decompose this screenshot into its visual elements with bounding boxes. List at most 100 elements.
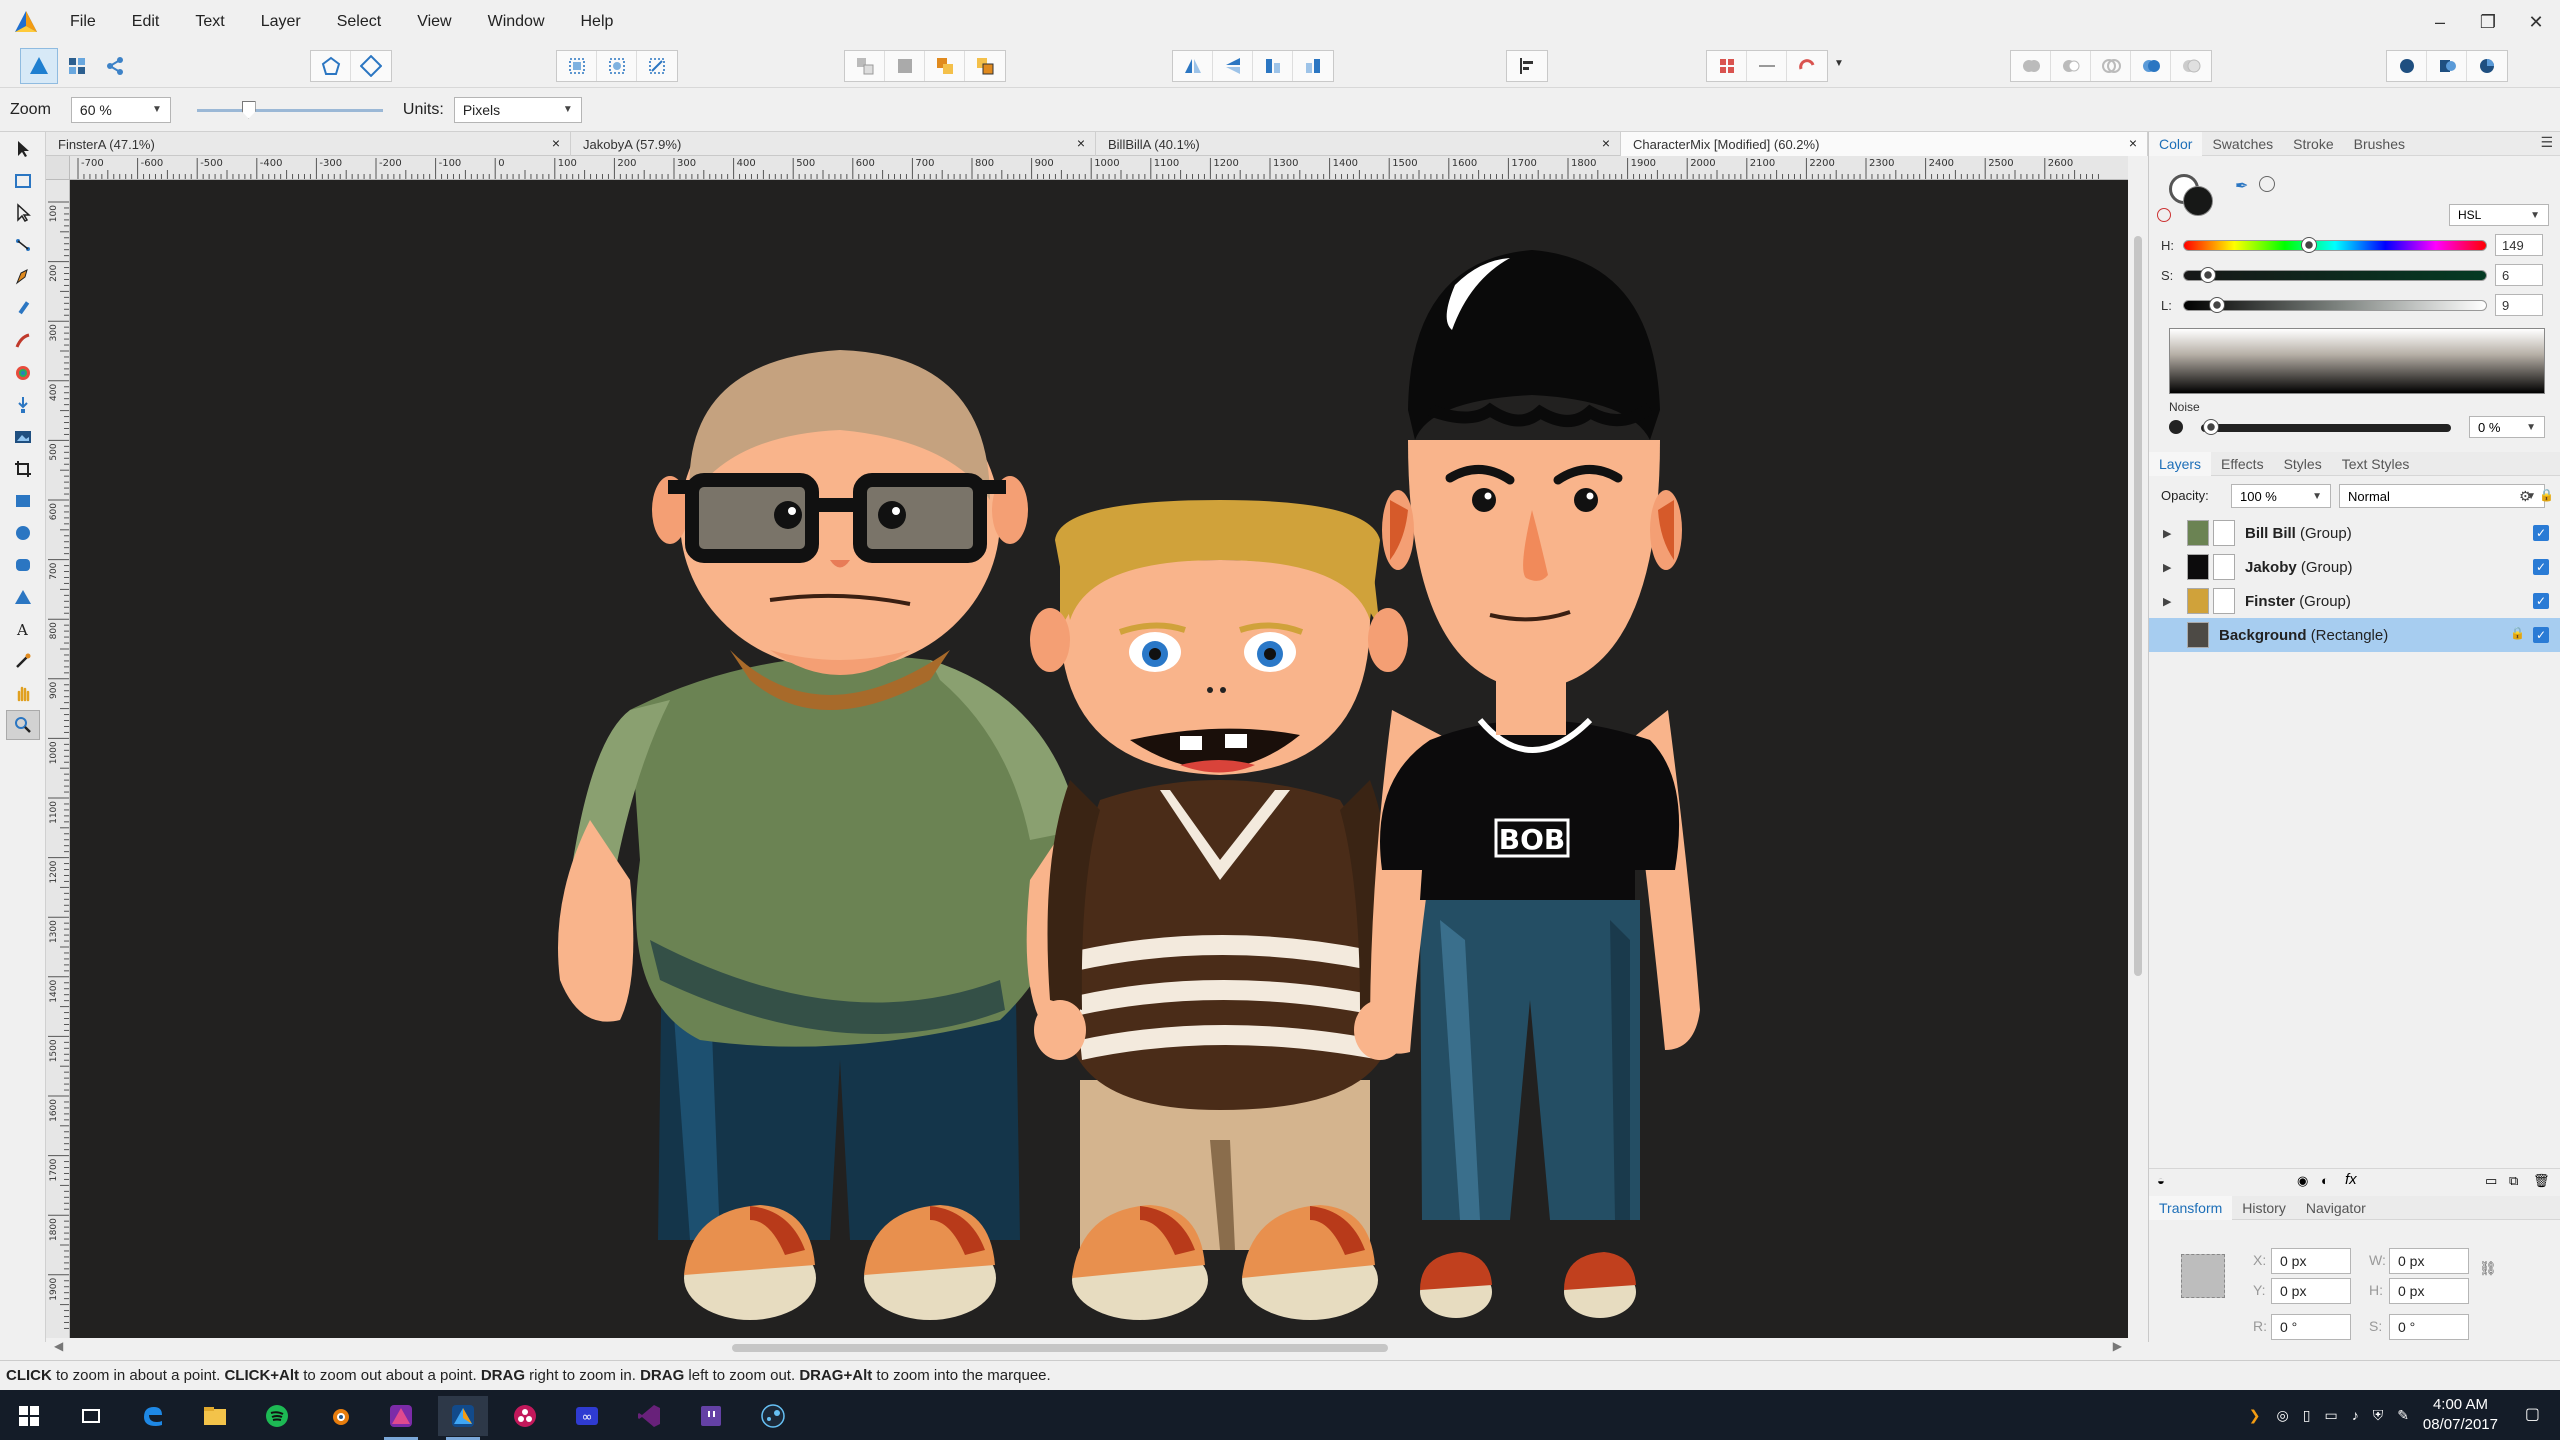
layer-row-bill-bill[interactable]: ▶ Bill Bill (Group) ✓ <box>2149 516 2560 550</box>
layer-row-jakoby[interactable]: ▶ Jakoby (Group) ✓ <box>2149 550 2560 584</box>
move-back-one-icon[interactable] <box>885 51 925 81</box>
shield-icon[interactable]: ⛨ <box>2373 1407 2384 1424</box>
expand-arrow-icon[interactable]: ▶ <box>2163 527 2179 540</box>
ruler-vertical[interactable]: 100 200 300 400 500 600 700 800 900 1000 1100 1200 1… <box>46 180 70 1338</box>
shear-input[interactable]: 0 ° <box>2389 1314 2469 1340</box>
rotation-input[interactable]: 0 ° <box>2271 1314 2351 1340</box>
tab-layers[interactable]: Layers <box>2149 451 2212 476</box>
layer-stack-icon[interactable]: ◒ <box>2157 1173 2165 1188</box>
preferences-icon[interactable] <box>351 51 391 81</box>
opacity-circle-icon[interactable] <box>2259 176 2275 192</box>
battery-icon[interactable]: ▯ <box>2303 1407 2311 1424</box>
lock-icon[interactable]: 🔒 <box>2539 488 2554 502</box>
twitch-icon[interactable] <box>686 1396 736 1436</box>
visual-studio-icon[interactable] <box>624 1396 674 1436</box>
lightness-input[interactable]: 9 <box>2495 294 2543 316</box>
hue-slider-handle[interactable] <box>2301 237 2318 253</box>
units-select[interactable]: Pixels ▼ <box>453 96 582 123</box>
hue-input[interactable]: 149 <box>2495 234 2543 256</box>
snap-geometry-icon[interactable] <box>597 51 637 81</box>
vector-brush-tool-icon[interactable] <box>6 326 40 356</box>
ruler-corner[interactable] <box>46 156 70 180</box>
ellipse-tool-icon[interactable] <box>6 518 40 548</box>
tab-navigator[interactable]: Navigator <box>2296 1196 2376 1220</box>
artboard-background[interactable]: BOB <box>70 180 2128 1338</box>
tab-history[interactable]: History <box>2232 1196 2296 1220</box>
lightness-slider[interactable] <box>2183 300 2487 311</box>
zoom-slider[interactable] <box>196 97 383 123</box>
lock-icon[interactable]: 🔒 <box>2510 626 2525 640</box>
layer-visibility-checkbox[interactable]: ✓ <box>2533 525 2549 541</box>
add-layer-icon[interactable]: ⧉ <box>2509 1173 2518 1189</box>
rounded-rectangle-tool-icon[interactable] <box>6 550 40 580</box>
tab-finstera[interactable]: FinsterA (47.1%) × <box>46 132 571 156</box>
artistic-text-tool-icon[interactable]: A <box>6 614 40 644</box>
restore-button[interactable]: ❐ <box>2464 0 2512 44</box>
tray-chevron-icon[interactable]: ❯ <box>2249 1407 2261 1424</box>
boolean-xor-icon[interactable] <box>2131 51 2171 81</box>
rotate-left-icon[interactable] <box>1253 51 1293 81</box>
menu-text[interactable]: Text <box>177 0 242 44</box>
trash-icon[interactable]: 🗑 <box>2533 1173 2550 1189</box>
expand-arrow-icon[interactable]: ▶ <box>2163 561 2179 574</box>
color-picker-tool-icon[interactable] <box>6 646 40 676</box>
tab-text-styles[interactable]: Text Styles <box>2332 452 2420 476</box>
move-forward-one-icon[interactable] <box>925 51 965 81</box>
layer-visibility-checkbox[interactable]: ✓ <box>2533 627 2549 643</box>
vertical-scrollbar[interactable] <box>2128 156 2148 1342</box>
boolean-intersect-icon[interactable] <box>2091 51 2131 81</box>
close-button[interactable]: ✕ <box>2512 0 2560 44</box>
lock-aspect-icon[interactable]: ⛓ <box>2479 1260 2497 1277</box>
color-box[interactable] <box>2169 328 2545 394</box>
transparency-tool-icon[interactable] <box>6 390 40 420</box>
edge-browser-icon[interactable] <box>128 1396 178 1436</box>
menu-file[interactable]: File <box>52 0 114 44</box>
expand-arrow-icon[interactable]: ▶ <box>2163 595 2179 608</box>
rectangle-tool-icon[interactable] <box>6 486 40 516</box>
menu-help[interactable]: Help <box>563 0 632 44</box>
tab-billbilla[interactable]: BillBillA (40.1%) × <box>1096 132 1621 156</box>
rotate-right-icon[interactable] <box>1293 51 1333 81</box>
node-tool-icon[interactable] <box>6 198 40 228</box>
network-icon[interactable]: ▭ <box>2324 1407 2337 1424</box>
pen-workspace-icon[interactable]: ✎ <box>2397 1407 2409 1424</box>
close-icon[interactable]: × <box>2129 135 2137 151</box>
minimize-button[interactable]: – <box>2416 0 2464 44</box>
artboard-tool-icon[interactable] <box>6 166 40 196</box>
fill-swatch[interactable] <box>2183 186 2213 216</box>
place-image-tool-icon[interactable] <box>6 422 40 452</box>
boolean-subtract-icon[interactable] <box>2051 51 2091 81</box>
menu-layer[interactable]: Layer <box>243 0 319 44</box>
tab-brushes[interactable]: Brushes <box>2344 132 2415 156</box>
force-pixel-alignment-icon[interactable] <box>1747 51 1787 81</box>
tab-swatches[interactable]: Swatches <box>2202 132 2283 156</box>
snap-bounding-icon[interactable] <box>557 51 597 81</box>
steam-tray-icon[interactable]: ◎ <box>2277 1407 2289 1424</box>
tab-color[interactable]: Color <box>2149 131 2203 156</box>
move-to-front-icon[interactable] <box>965 51 1005 81</box>
flip-horizontal-icon[interactable] <box>1173 51 1213 81</box>
zoom-slider-handle[interactable] <box>241 100 256 119</box>
hue-slider[interactable] <box>2183 240 2487 251</box>
flip-vertical-icon[interactable] <box>1213 51 1253 81</box>
file-explorer-icon[interactable] <box>190 1396 240 1436</box>
align-icon[interactable] <box>1507 51 1547 81</box>
zoom-combo[interactable]: 60 % ▼ <box>70 96 171 123</box>
blender-icon[interactable] <box>314 1396 364 1436</box>
menu-view[interactable]: View <box>399 0 469 44</box>
scroll-right-icon[interactable]: ▶ <box>2113 1339 2122 1353</box>
vertical-scroll-thumb[interactable] <box>2134 236 2142 976</box>
export-persona-icon[interactable] <box>96 48 134 84</box>
tab-jakobya[interactable]: JakobyA (57.9%) × <box>571 132 1096 156</box>
layer-visibility-checkbox[interactable]: ✓ <box>2533 593 2549 609</box>
boolean-divide-icon[interactable] <box>2171 51 2211 81</box>
ruler-horizontal[interactable]: -700 -600 -500 -400 -300 -200 -100 0 100 200 300 40… <box>70 156 2128 180</box>
noise-slider[interactable] <box>2201 424 2451 432</box>
anchor-point-selector[interactable] <box>2181 1254 2225 1298</box>
w-input[interactable]: 0 px <box>2389 1248 2469 1274</box>
snapping-dropdown-icon[interactable]: ▼ <box>1834 58 1844 69</box>
document-setup-icon[interactable] <box>311 51 351 81</box>
point-transform-tool-icon[interactable] <box>6 230 40 260</box>
scroll-left-icon[interactable]: ◀ <box>54 1339 63 1353</box>
affinity-photo-icon[interactable] <box>376 1396 426 1440</box>
